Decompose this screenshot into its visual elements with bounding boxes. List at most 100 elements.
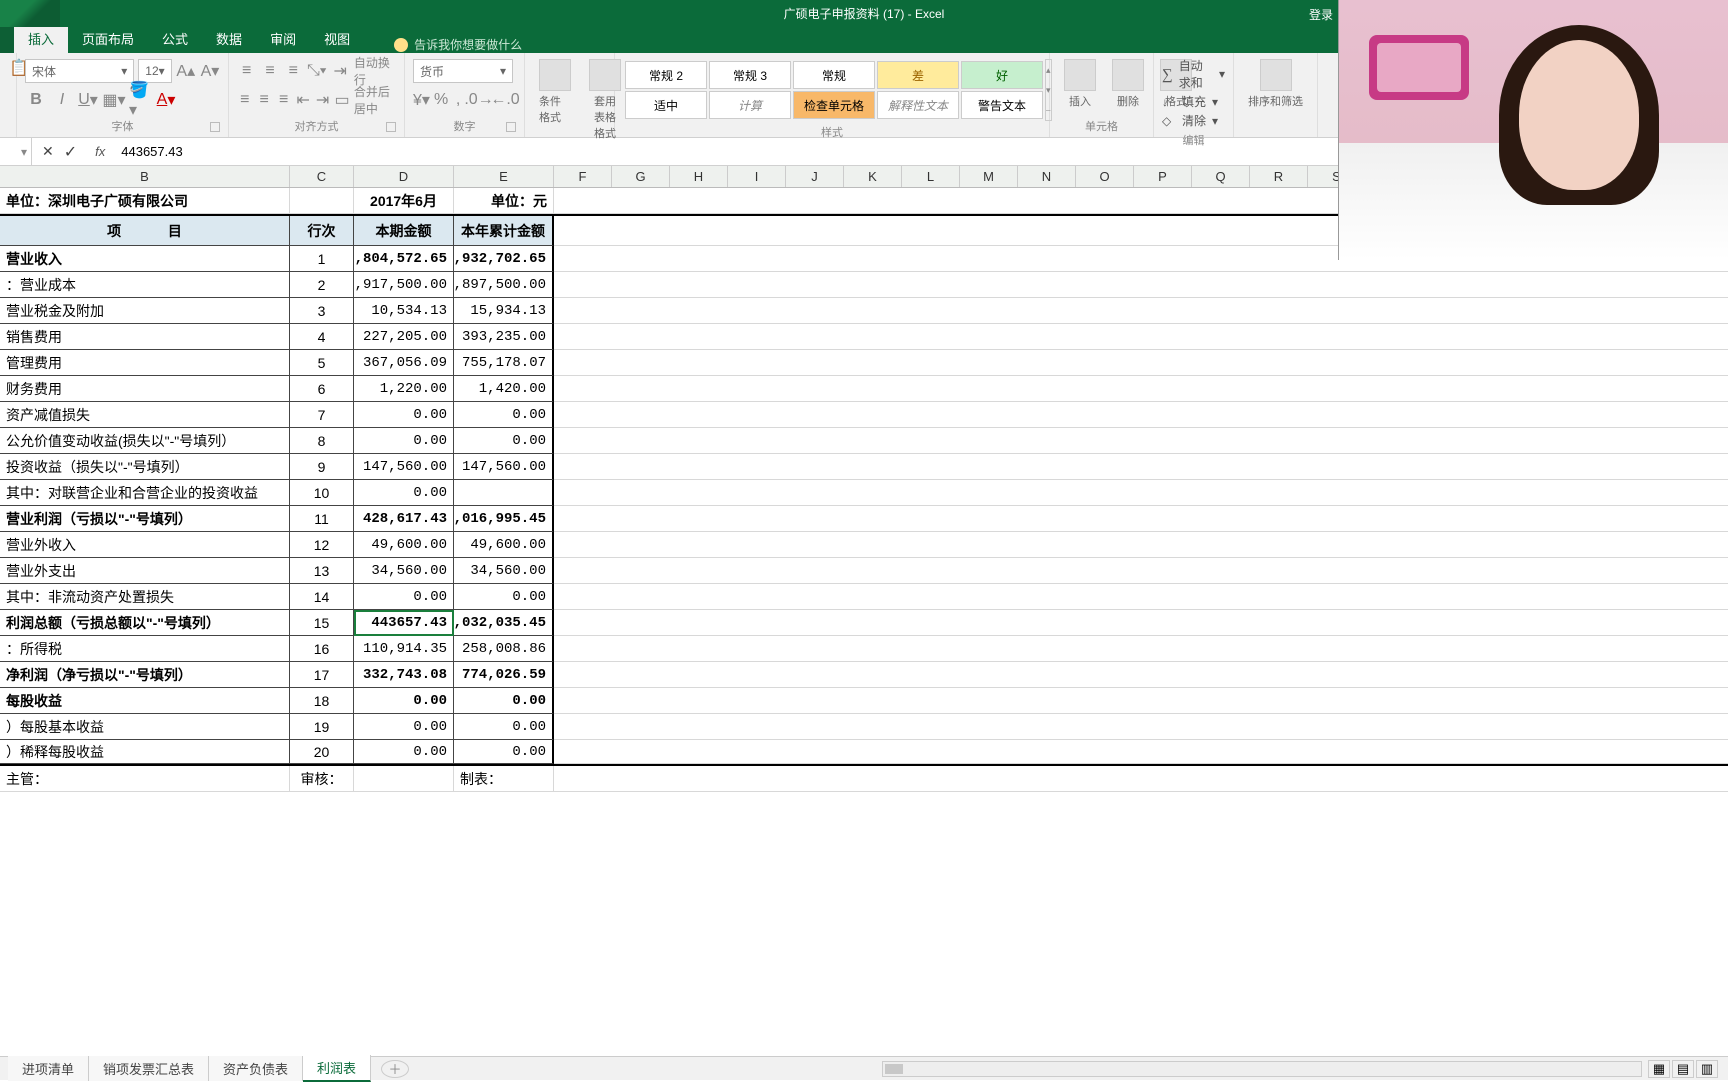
cell-current[interactable]: 428,617.43 [354,506,454,532]
sheet-tab-2[interactable]: 销项发票汇总表 [89,1056,209,1081]
cell[interactable] [554,662,1728,688]
cell[interactable] [554,584,1728,610]
cell[interactable] [554,766,1728,792]
sheet-tab-4[interactable]: 利润表 [303,1055,371,1082]
decrease-font-icon[interactable]: A▾ [200,60,220,82]
cell-ytd[interactable]: 1,016,995.45 [454,506,554,532]
cell-line[interactable]: 3 [290,298,354,324]
cell-ytd[interactable]: 0.00 [454,740,554,764]
tell-me-search[interactable]: 告诉我你想要做什么 [394,36,522,53]
cell-item[interactable]: ：营业成本 [0,272,290,298]
font-color-button[interactable]: A▾ [155,89,177,111]
cell-item[interactable]: 营业税金及附加 [0,298,290,324]
col-header-F[interactable]: F [554,166,612,187]
cell[interactable] [554,558,1728,584]
cell-line[interactable]: 8 [290,428,354,454]
cell-line[interactable]: 13 [290,558,354,584]
cell[interactable] [554,454,1728,480]
cell-line[interactable]: 20 [290,740,354,764]
cell-company[interactable]: 单位：深圳电子广硕有限公司 [0,188,290,214]
cell-item[interactable]: 营业收入 [0,246,290,272]
style-good[interactable]: 好 [961,61,1043,89]
horizontal-scrollbar[interactable] [882,1061,1642,1077]
cell-current[interactable]: 332,743.08 [354,662,454,688]
cell[interactable] [554,636,1728,662]
align-bottom-icon[interactable]: ≡ [284,60,303,82]
cell-current[interactable]: 367,056.09 [354,350,454,376]
cell-line[interactable]: 1 [290,246,354,272]
font-dialog-launcher[interactable] [210,122,220,132]
tab-review[interactable]: 审阅 [256,24,310,53]
cell-line[interactable]: 12 [290,532,354,558]
cell-current[interactable]: 1,220.00 [354,376,454,402]
col-header-J[interactable]: J [786,166,844,187]
cell-current[interactable]: 110,914.35 [354,636,454,662]
cell-current[interactable]: 1,917,500.00 [354,272,454,298]
cell-line[interactable]: 19 [290,714,354,740]
cell[interactable] [554,506,1728,532]
cell-ytd[interactable]: 147,560.00 [454,454,554,480]
cell[interactable] [554,402,1728,428]
cell-item[interactable]: 营业利润（亏损以"-"号填列） [0,506,290,532]
cell-line[interactable]: 2 [290,272,354,298]
sort-filter-button[interactable]: 排序和筛选 [1242,57,1309,111]
view-page-layout-icon[interactable]: ▤ [1672,1060,1694,1078]
style-normal2[interactable]: 常规 2 [625,61,707,89]
col-header-L[interactable]: L [902,166,960,187]
cell-ytd[interactable]: 0.00 [454,428,554,454]
col-header-Q[interactable]: Q [1192,166,1250,187]
col-header-B[interactable]: B [0,166,290,187]
cell-ytd[interactable]: 0.00 [454,688,554,714]
percent-icon[interactable]: % [434,89,448,111]
currency-icon[interactable]: ¥▾ [413,89,430,111]
cell-current[interactable]: 147,560.00 [354,454,454,480]
cell-line[interactable]: 16 [290,636,354,662]
cell[interactable] [290,188,354,214]
italic-button[interactable]: I [51,89,73,111]
cell-current[interactable]: 34,560.00 [354,558,454,584]
col-header-G[interactable]: G [612,166,670,187]
border-button[interactable]: ▦▾ [103,89,125,111]
cell-current[interactable]: 10,534.13 [354,298,454,324]
col-header-O[interactable]: O [1076,166,1134,187]
cell-current[interactable]: 0.00 [354,740,454,764]
login-link[interactable]: 登录 [1309,6,1333,23]
sheet-tab-3[interactable]: 资产负债表 [209,1056,303,1081]
cell[interactable] [354,766,454,792]
view-page-break-icon[interactable]: ▥ [1696,1060,1718,1078]
comma-icon[interactable]: , [452,89,464,111]
number-dialog-launcher[interactable] [506,122,516,132]
col-header-D[interactable]: D [354,166,454,187]
cell-ytd[interactable]: 5,932,702.65 [454,246,554,272]
number-format-combo[interactable]: 货币▾ [413,59,513,83]
cell-line[interactable]: 15 [290,610,354,636]
clear-button[interactable]: ◇清除 ▾ [1162,112,1225,129]
footer-manager[interactable]: 主管： [0,766,290,792]
cell-ytd[interactable] [454,480,554,506]
cell[interactable] [554,688,1728,714]
align-top-icon[interactable]: ≡ [237,60,256,82]
footer-prep[interactable]: 制表： [454,766,554,792]
col-header-C[interactable]: C [290,166,354,187]
add-sheet-button[interactable]: ＋ [381,1060,409,1078]
cell-ytd[interactable]: 49,600.00 [454,532,554,558]
fill-button[interactable]: ↓填充 ▾ [1162,93,1225,110]
cell-item[interactable]: 财务费用 [0,376,290,402]
cell-line[interactable]: 18 [290,688,354,714]
increase-font-icon[interactable]: A▴ [176,60,196,82]
cell[interactable] [554,532,1728,558]
name-box[interactable]: ▾ [0,138,32,165]
header-line[interactable]: 行次 [290,216,354,246]
cell[interactable] [554,428,1728,454]
cell-unit[interactable]: 单位：元 [454,188,554,214]
cell[interactable] [554,714,1728,740]
col-header-E[interactable]: E [454,166,554,187]
fill-color-button[interactable]: 🪣▾ [129,89,151,111]
cell-item[interactable]: ：所得税 [0,636,290,662]
cell-line[interactable]: 5 [290,350,354,376]
cell-ytd[interactable]: 1,032,035.45 [454,610,554,636]
cell-line[interactable]: 6 [290,376,354,402]
align-left-icon[interactable]: ≡ [237,89,252,111]
align-center-icon[interactable]: ≡ [256,89,271,111]
cell-item[interactable]: 其中：对联营企业和合营企业的投资收益 [0,480,290,506]
